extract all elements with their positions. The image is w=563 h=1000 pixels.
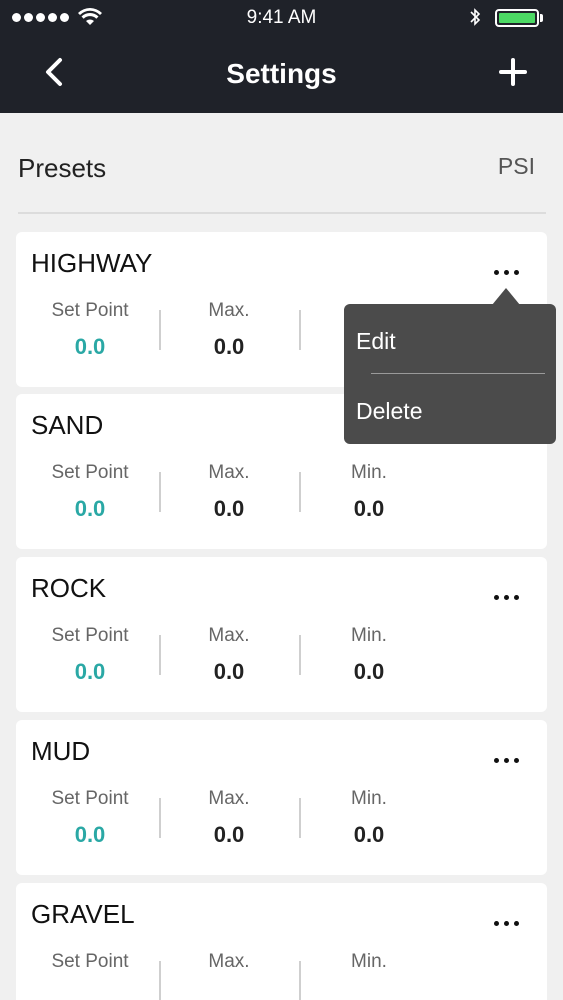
navigation-bar: 9:41 AM Settings bbox=[0, 0, 563, 113]
section-divider bbox=[18, 212, 546, 214]
set-point-label: Set Point bbox=[51, 300, 129, 321]
max-label: Max. bbox=[208, 625, 250, 646]
min-value: 0.0 bbox=[353, 822, 385, 847]
plus-icon bbox=[499, 58, 527, 86]
max-label: Max. bbox=[208, 788, 250, 809]
pressure-unit: PSI bbox=[497, 153, 535, 179]
preset-card-mud: MUD Set Point 0.0 Max. 0.0 Min. 0.0 bbox=[16, 720, 547, 875]
min-label: Min. bbox=[351, 951, 387, 972]
max-metric: Max. 0.0 bbox=[159, 300, 299, 360]
max-metric: Max. 0.0 bbox=[159, 788, 299, 848]
more-options-button[interactable] bbox=[492, 258, 522, 278]
max-metric: Max. 0.0 bbox=[159, 625, 299, 685]
max-label: Max. bbox=[208, 462, 250, 483]
min-metric: Min. 0.0 bbox=[299, 462, 439, 522]
max-metric: Max. 0.0 bbox=[159, 462, 299, 522]
preset-name: GRAVEL bbox=[31, 899, 135, 929]
max-value: 0.0 bbox=[213, 334, 245, 359]
preset-card-rock: ROCK Set Point 0.0 Max. 0.0 Min. 0.0 bbox=[16, 557, 547, 712]
min-label: Min. bbox=[351, 462, 387, 483]
set-point-label: Set Point bbox=[51, 951, 129, 972]
min-value: 0.0 bbox=[353, 496, 385, 521]
preset-options-menu: Edit Delete bbox=[344, 304, 556, 444]
set-point-metric: Set Point bbox=[20, 951, 160, 973]
metric-separator bbox=[299, 310, 301, 350]
set-point-label: Set Point bbox=[51, 788, 129, 809]
max-metric: Max. bbox=[159, 951, 299, 973]
preset-name: SAND bbox=[31, 410, 104, 440]
set-point-metric: Set Point 0.0 bbox=[20, 788, 160, 848]
set-point-value: 0.0 bbox=[74, 822, 106, 847]
preset-card-gravel: GRAVEL Set Point Max. Min. bbox=[16, 883, 547, 1000]
preset-name: MUD bbox=[31, 736, 91, 766]
min-metric: Min. 0.0 bbox=[299, 625, 439, 685]
bluetooth-icon bbox=[470, 8, 481, 26]
set-point-label: Set Point bbox=[51, 462, 129, 483]
set-point-value: 0.0 bbox=[74, 659, 106, 684]
add-preset-button[interactable] bbox=[493, 52, 533, 92]
popup-arrow bbox=[492, 288, 520, 305]
max-value: 0.0 bbox=[213, 496, 245, 521]
set-point-value: 0.0 bbox=[74, 496, 106, 521]
min-label: Min. bbox=[351, 788, 387, 809]
set-point-label: Set Point bbox=[51, 625, 129, 646]
menu-item-edit[interactable]: Edit bbox=[356, 328, 396, 355]
more-options-button[interactable] bbox=[492, 583, 522, 603]
max-value: 0.0 bbox=[213, 822, 245, 847]
battery-icon bbox=[495, 9, 539, 27]
menu-item-delete[interactable]: Delete bbox=[356, 398, 422, 425]
min-value: 0.0 bbox=[353, 659, 385, 684]
max-label: Max. bbox=[208, 300, 250, 321]
preset-name: HIGHWAY bbox=[31, 248, 153, 278]
max-label: Max. bbox=[208, 951, 250, 972]
max-value: 0.0 bbox=[213, 659, 245, 684]
menu-divider bbox=[371, 373, 545, 374]
section-title: Presets bbox=[18, 153, 107, 183]
page-title: Settings bbox=[226, 58, 337, 89]
min-label: Min. bbox=[351, 625, 387, 646]
min-metric: Min. 0.0 bbox=[299, 788, 439, 848]
more-options-button[interactable] bbox=[492, 746, 522, 766]
status-bar: 9:41 AM bbox=[0, 0, 563, 36]
set-point-value: 0.0 bbox=[74, 334, 106, 359]
set-point-metric: Set Point 0.0 bbox=[20, 300, 160, 360]
min-metric: Min. bbox=[299, 951, 439, 973]
more-options-button[interactable] bbox=[492, 909, 522, 929]
preset-name: ROCK bbox=[31, 573, 107, 603]
battery-cap bbox=[540, 14, 543, 22]
set-point-metric: Set Point 0.0 bbox=[20, 625, 160, 685]
set-point-metric: Set Point 0.0 bbox=[20, 462, 160, 522]
